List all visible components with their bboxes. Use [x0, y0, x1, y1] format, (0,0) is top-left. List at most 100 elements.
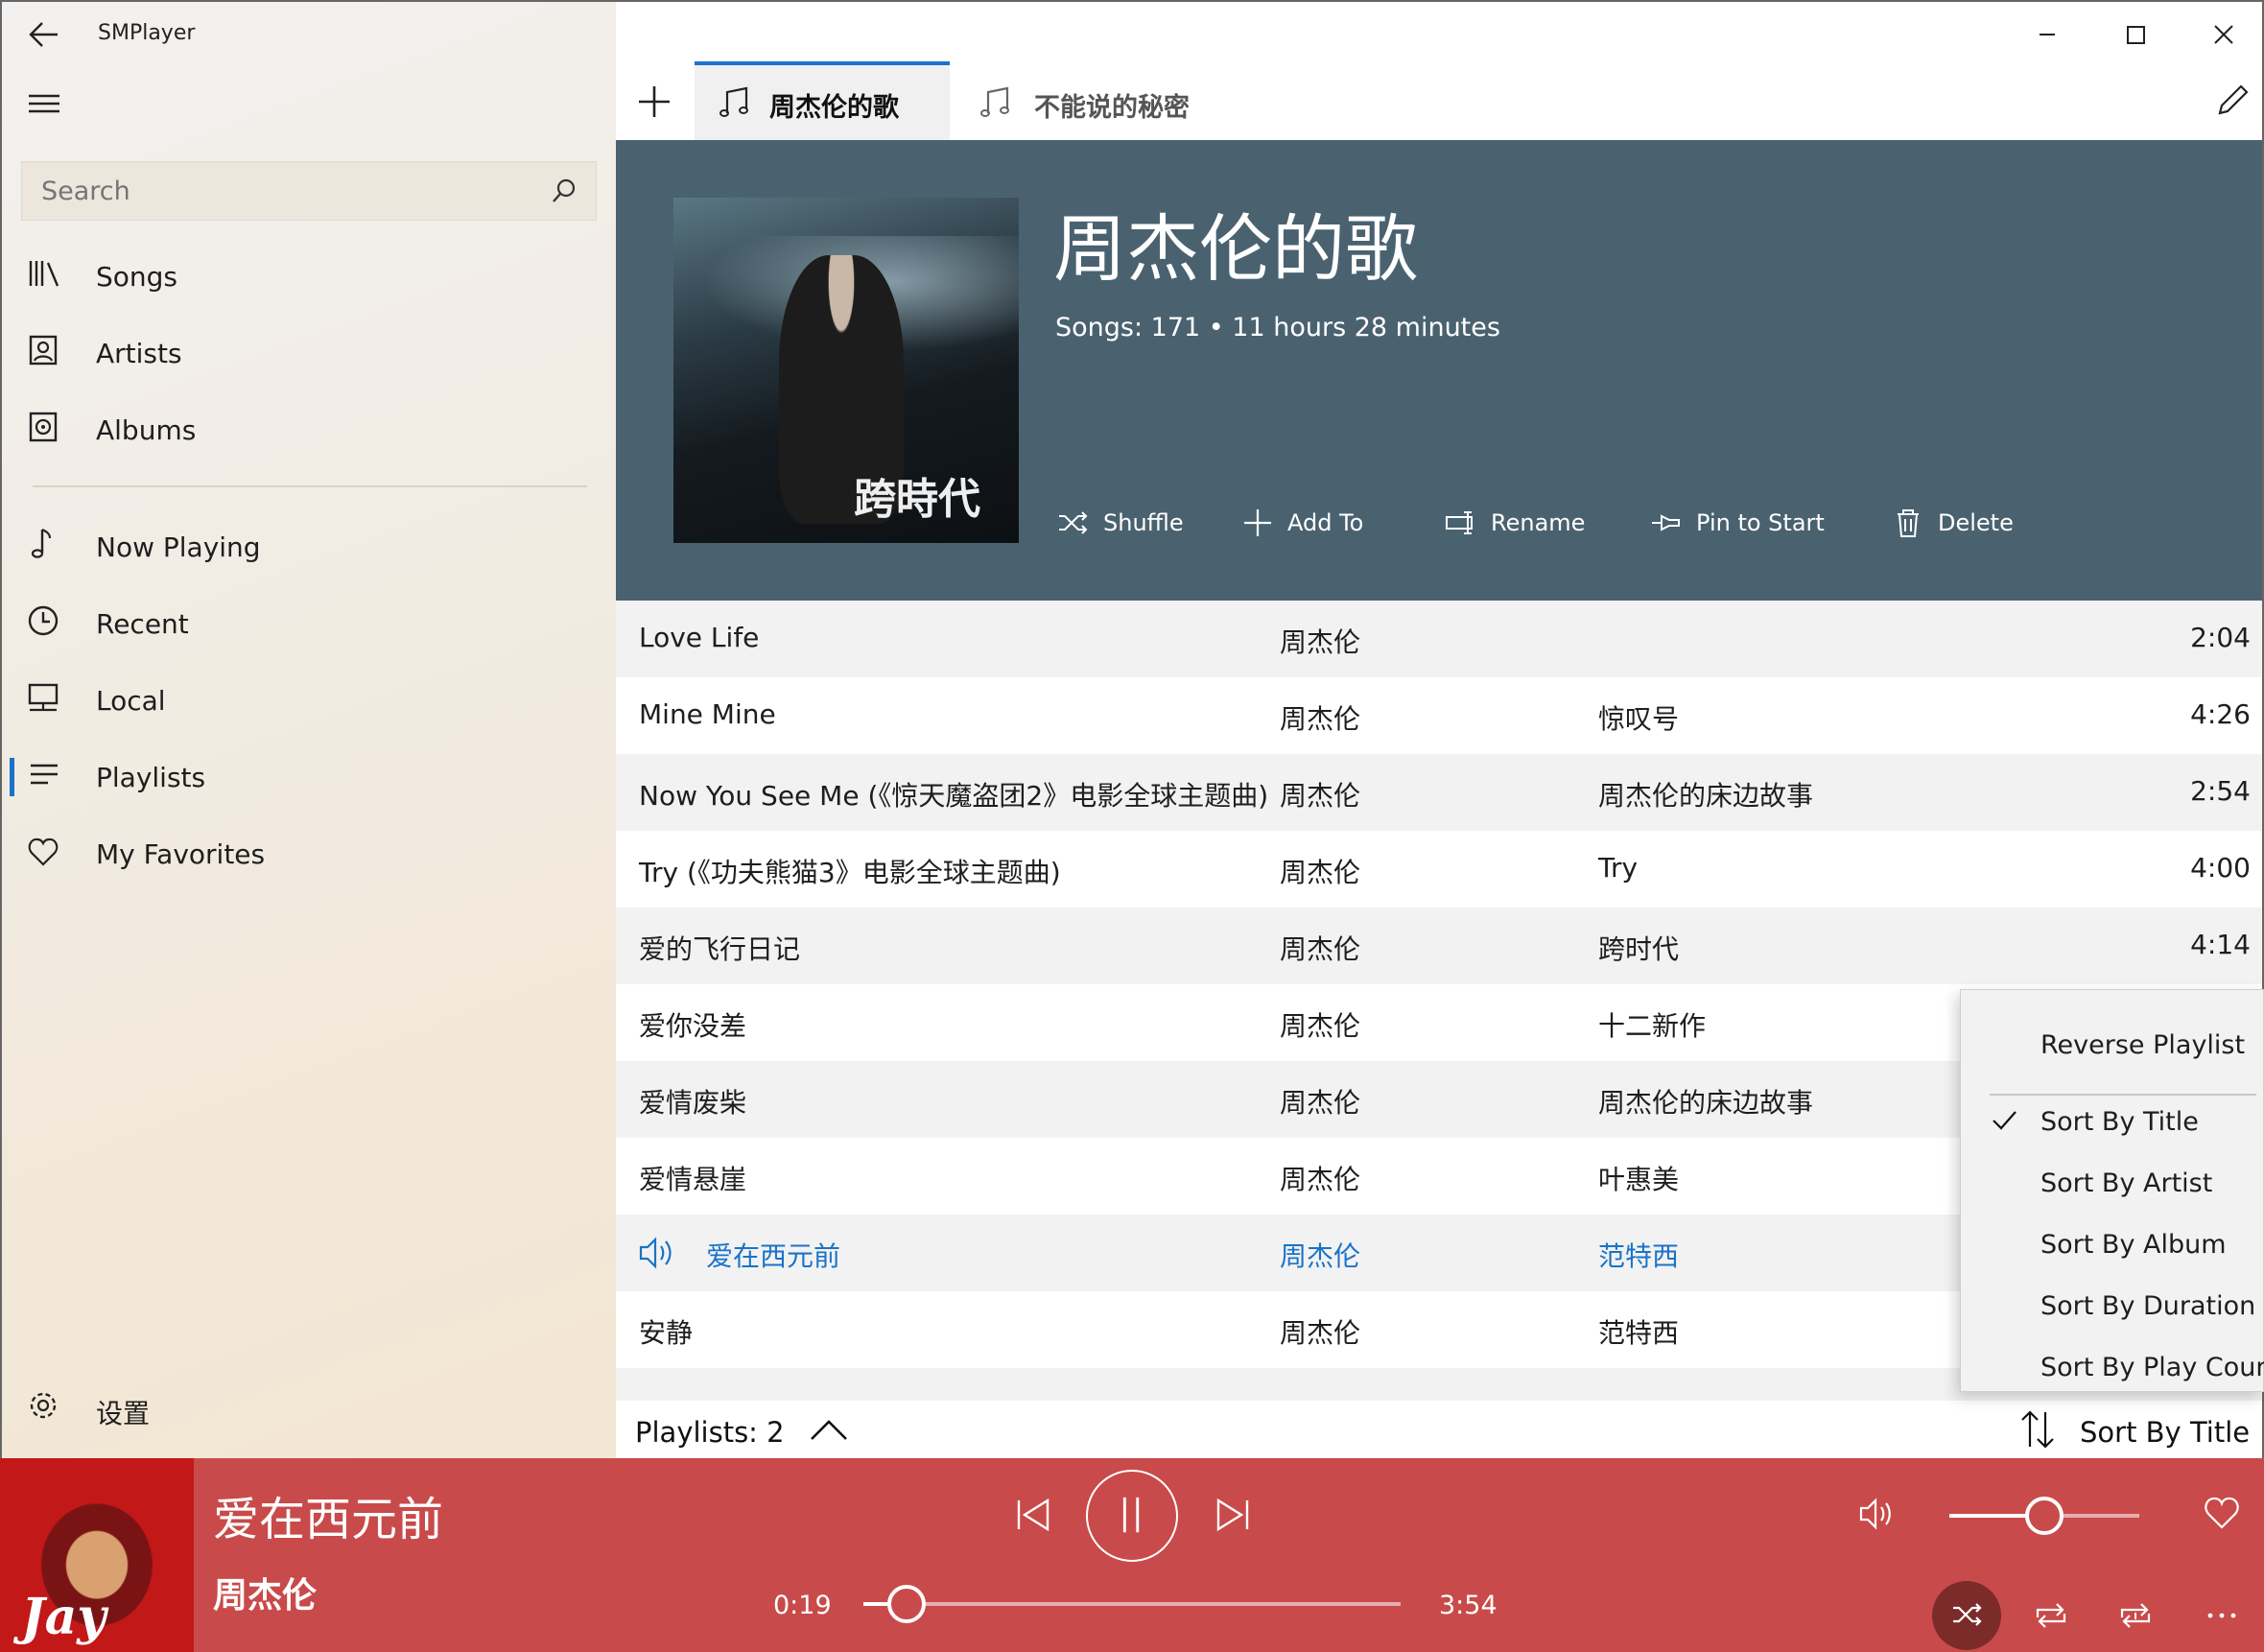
playlist-footer: Playlists: 2 Sort By Title	[616, 1401, 2262, 1458]
sidebar-item-label: Songs	[96, 261, 178, 293]
now-playing-title[interactable]: 爱在西元前	[213, 1481, 443, 1548]
playlist-banner: 跨時代 周杰伦的歌 Songs: 171 • 11 hours 28 minut…	[616, 140, 2262, 601]
cover-logo: Jay	[21, 1588, 106, 1646]
song-title: 爱你没差	[639, 1010, 747, 1042]
list-icon	[31, 764, 58, 785]
song-album[interactable]: 十二新作	[1598, 1005, 1706, 1044]
sidebar-item-label: Albums	[96, 414, 197, 446]
close-button[interactable]	[2203, 17, 2245, 52]
song-duration: 4:26	[2190, 698, 2251, 730]
table-row[interactable]: Now You See Me (《惊天魔盗团2》电影全球主题曲) 周杰伦 周杰伦…	[616, 754, 2262, 831]
menu-item-sort-by-album[interactable]: Sort By Album	[2040, 1230, 2227, 1260]
volume-slider[interactable]	[1949, 1497, 2139, 1535]
table-row[interactable]: 爱的飞行日记 周杰伦 跨时代 4:14	[616, 908, 2262, 984]
previous-button[interactable]	[1011, 1493, 1055, 1537]
sidebar-item-artists[interactable]: Artists	[2, 324, 616, 382]
speaker-icon	[639, 1237, 672, 1269]
song-artist[interactable]: 周杰伦	[1280, 1236, 1360, 1274]
back-button[interactable]	[25, 15, 63, 54]
song-album[interactable]: 惊叹号	[1598, 698, 1679, 737]
song-album[interactable]: 叶惠美	[1598, 1159, 1679, 1197]
search-icon[interactable]	[550, 177, 578, 205]
search-box[interactable]	[21, 161, 597, 221]
shuffle-toggle[interactable]	[1932, 1581, 2001, 1650]
sort-button[interactable]: Sort By Title	[2013, 1406, 2262, 1452]
sidebar-item-local[interactable]: Local	[2, 672, 616, 729]
sidebar-item-playlists[interactable]: Playlists	[2, 748, 616, 806]
favorite-button[interactable]	[2201, 1493, 2243, 1535]
menu-item-sort-by-artist[interactable]: Sort By Artist	[2040, 1168, 2212, 1198]
minimize-button[interactable]	[2026, 17, 2068, 52]
menu-item-reverse-playlist[interactable]: Reverse Playlist	[2040, 1030, 2245, 1060]
edit-button[interactable]	[2212, 79, 2254, 121]
song-artist[interactable]: 周杰伦	[1280, 1005, 1360, 1044]
sidebar-item-recent[interactable]: Recent	[2, 595, 616, 652]
sidebar-item-songs[interactable]: Songs	[2, 248, 616, 305]
pause-button[interactable]	[1086, 1470, 1178, 1562]
menu-item-sort-by-title[interactable]: Sort By Title	[2040, 1107, 2199, 1137]
sidebar-item-label: Recent	[96, 608, 189, 640]
song-artist[interactable]: 周杰伦	[1280, 622, 1360, 660]
settings-item[interactable]: 设置	[2, 1380, 616, 1437]
sidebar-item-label: Local	[96, 685, 166, 717]
song-artist[interactable]: 周杰伦	[1280, 1082, 1360, 1121]
shuffle-icon	[1953, 1603, 1982, 1626]
volume-button[interactable]	[1857, 1493, 1899, 1535]
progress-slider[interactable]	[863, 1585, 1401, 1623]
pin-to-start-button[interactable]: Pin to Start	[1650, 507, 1825, 539]
song-artist[interactable]: 周杰伦	[1280, 1312, 1360, 1351]
song-artist[interactable]: 周杰伦	[1280, 698, 1360, 737]
chevron-up-icon[interactable]	[808, 1416, 850, 1445]
table-row[interactable]: Try (《功夫熊猫3》电影全球主题曲) 周杰伦 Try 4:00	[616, 831, 2262, 908]
delete-button[interactable]: Delete	[1892, 507, 2014, 539]
heart-icon	[28, 838, 59, 866]
song-artist[interactable]: 周杰伦	[1280, 852, 1360, 890]
sidebar-item-albums[interactable]: Albums	[2, 401, 616, 459]
new-tab-button[interactable]	[633, 81, 675, 123]
maximize-icon	[2127, 26, 2145, 44]
elapsed-time: 0:19	[773, 1591, 832, 1620]
song-album[interactable]: 范特西	[1598, 1236, 1679, 1274]
tab-playlist-1[interactable]: 周杰伦的歌	[695, 61, 950, 140]
rename-button[interactable]: Rename	[1445, 507, 1585, 539]
sort-label: Sort By Title	[2080, 1416, 2251, 1449]
volume-thumb[interactable]	[2025, 1497, 2064, 1535]
more-options-button[interactable]	[2201, 1594, 2243, 1637]
tab-playlist-2[interactable]: 不能说的秘密	[959, 61, 1247, 140]
progress-thumb[interactable]	[887, 1585, 927, 1623]
heart-icon	[2205, 1497, 2239, 1529]
now-playing-cover[interactable]: Jay	[0, 1458, 194, 1652]
song-album[interactable]: Try	[1598, 852, 1638, 884]
song-album[interactable]: 跨时代	[1598, 929, 1679, 967]
maximize-button[interactable]	[2114, 17, 2157, 52]
song-album[interactable]: 周杰伦的床边故事	[1598, 1082, 1813, 1121]
sidebar-item-my-favorites[interactable]: My Favorites	[2, 825, 616, 883]
add-to-button[interactable]: Add To	[1241, 507, 1363, 539]
back-arrow-icon	[29, 22, 58, 47]
sidebar-item-now-playing[interactable]: Now Playing	[2, 518, 616, 576]
table-row[interactable]: Mine Mine 周杰伦 惊叹号 4:26	[616, 677, 2262, 754]
song-title: Try (《功夫熊猫3》电影全球主题曲)	[639, 857, 1061, 888]
menu-item-sort-by-duration[interactable]: Sort By Duration	[2040, 1291, 2255, 1321]
song-artist[interactable]: 周杰伦	[1280, 929, 1360, 967]
shuffle-button[interactable]: Shuffle	[1057, 507, 1184, 539]
search-input[interactable]	[22, 162, 540, 220]
song-title: Love Life	[639, 622, 760, 653]
repeat-one-button[interactable]	[2114, 1594, 2157, 1637]
song-title: 爱情废柴	[639, 1087, 747, 1119]
song-album[interactable]: 周杰伦的床边故事	[1598, 775, 1813, 814]
song-artist[interactable]: 周杰伦	[1280, 1159, 1360, 1197]
menu-item-sort-by-play-count[interactable]: Sort By Play Count	[2040, 1353, 2264, 1382]
next-button[interactable]	[1211, 1493, 1255, 1537]
now-playing-artist[interactable]: 周杰伦	[213, 1568, 317, 1617]
playlist-cover: 跨時代	[673, 198, 1019, 543]
song-duration: 2:04	[2190, 622, 2251, 653]
table-row[interactable]: Love Life 周杰伦 2:04	[616, 601, 2262, 677]
gear-icon	[30, 1392, 57, 1419]
song-album[interactable]: 范特西	[1598, 1312, 1679, 1351]
hamburger-menu-button[interactable]	[25, 86, 63, 121]
song-title: 爱情悬崖	[639, 1164, 747, 1195]
song-artist[interactable]: 周杰伦	[1280, 775, 1360, 814]
selection-indicator	[10, 758, 14, 796]
repeat-button[interactable]	[2030, 1594, 2072, 1637]
